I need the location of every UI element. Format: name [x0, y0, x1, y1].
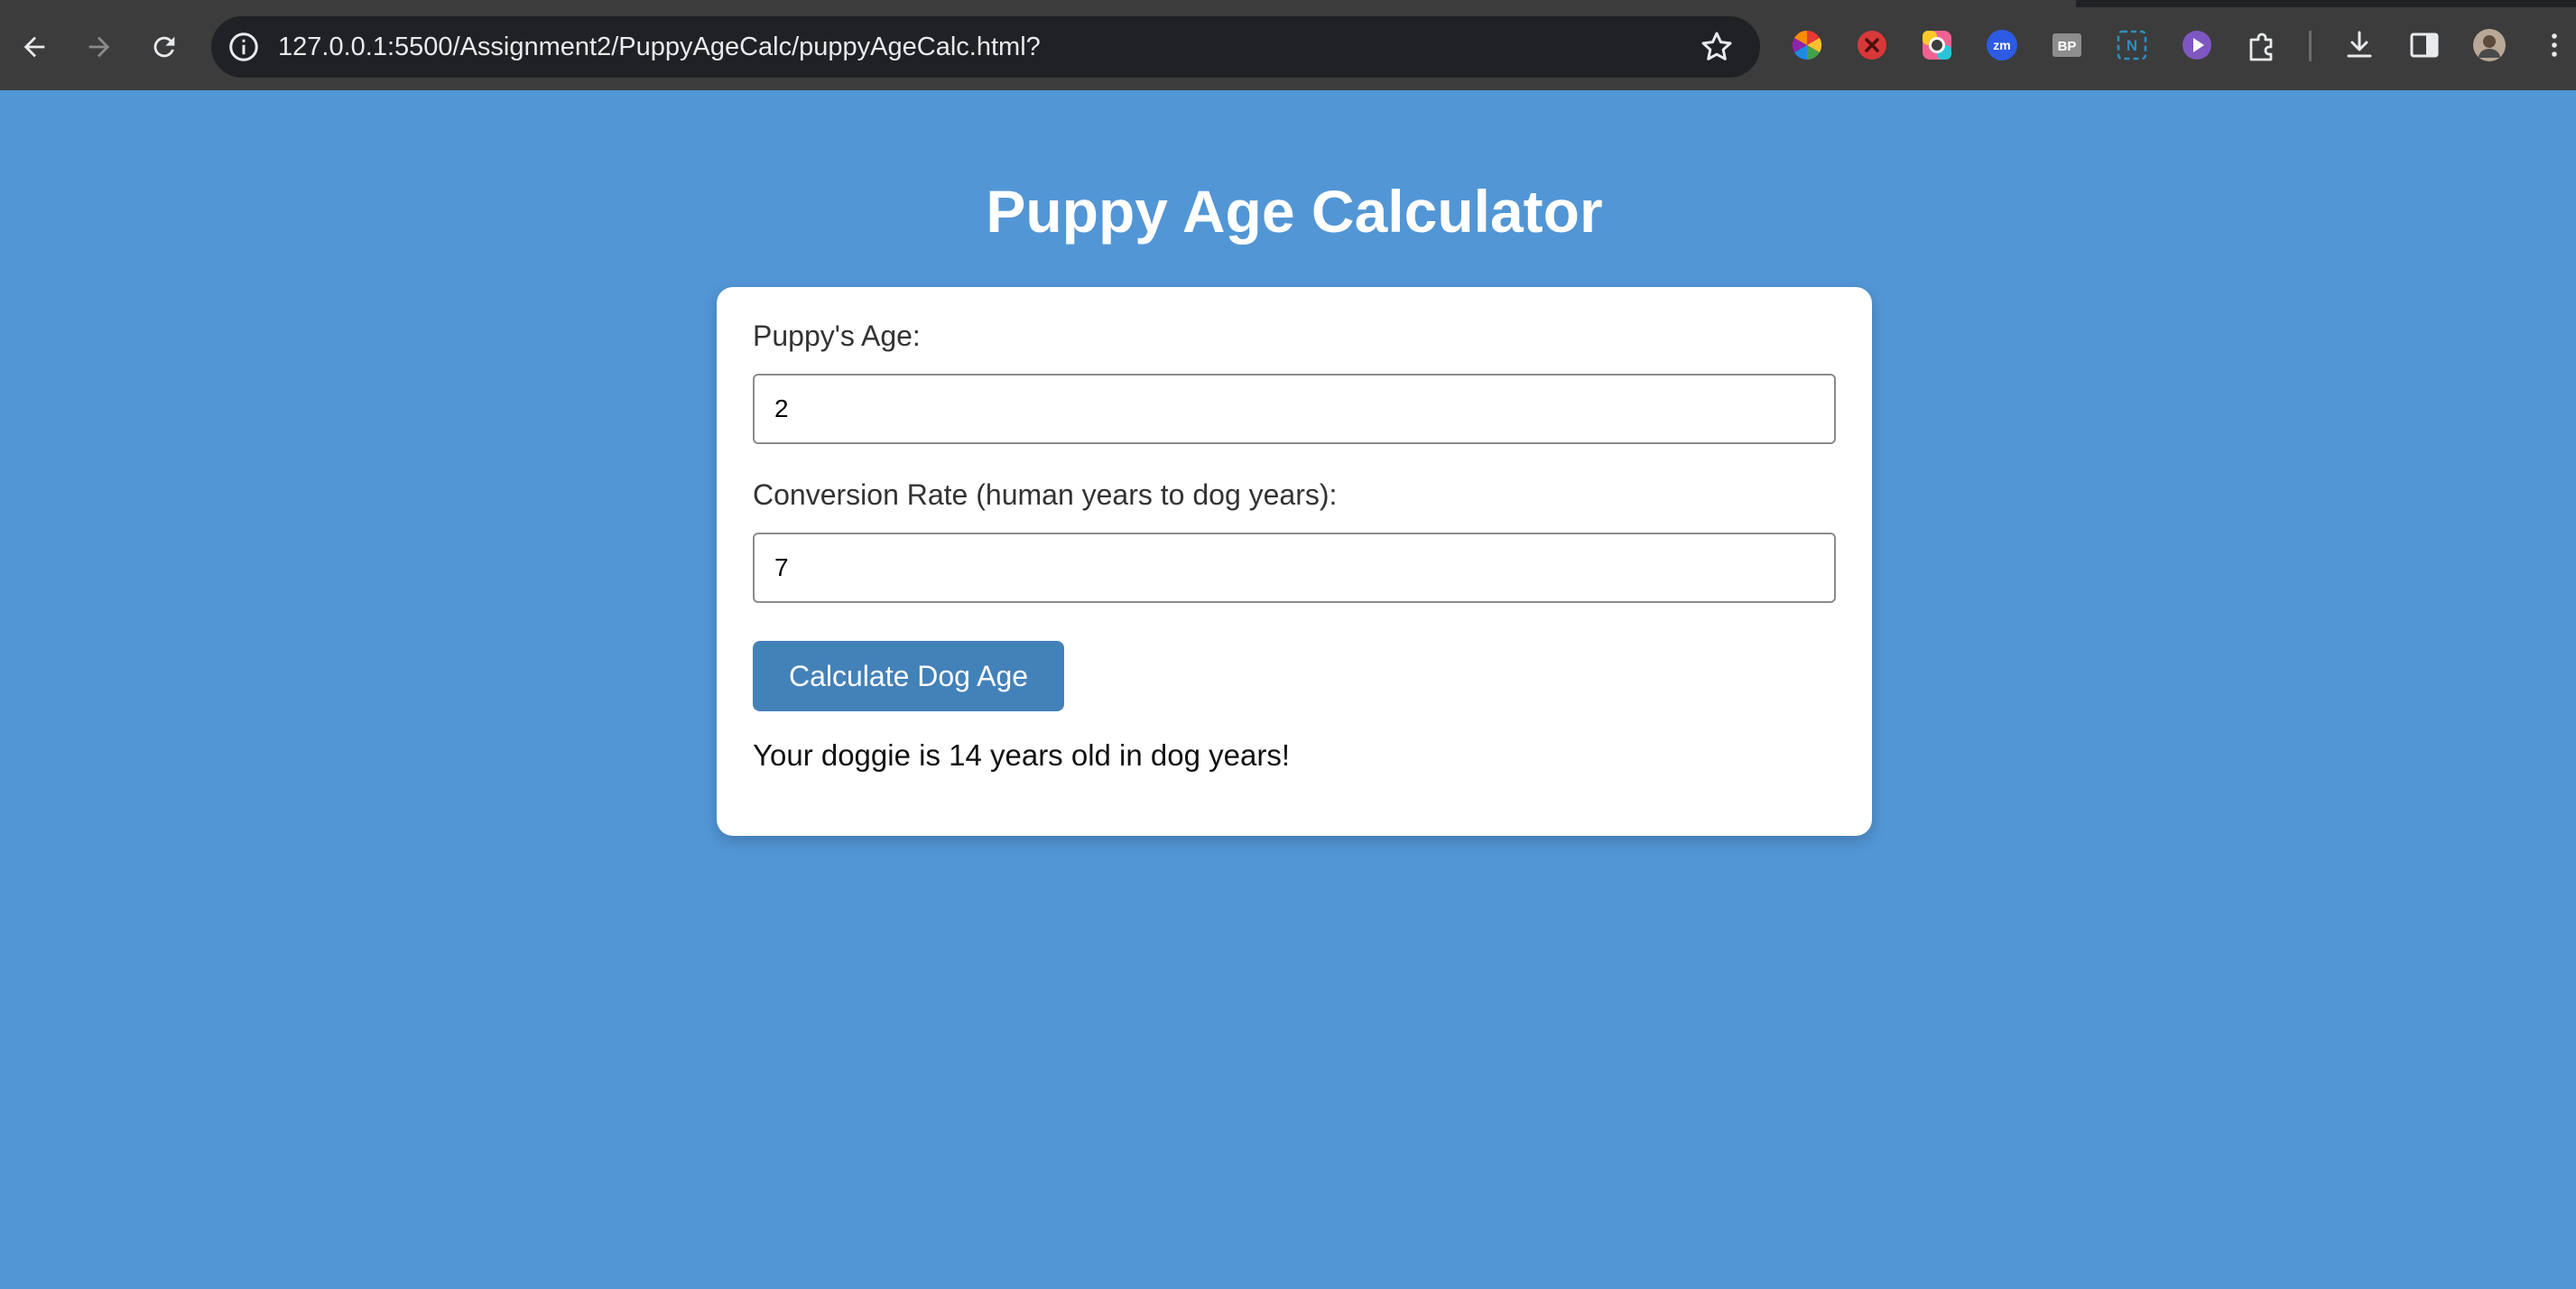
- zoom-extension-icon[interactable]: zm: [1984, 27, 2020, 63]
- svg-text:BP: BP: [2058, 39, 2077, 54]
- address-bar[interactable]: 127.0.0.1:5500/Assignment2/PuppyAgeCalc/…: [211, 16, 1760, 78]
- profile-avatar-icon[interactable]: [2471, 27, 2507, 63]
- conversion-rate-label: Conversion Rate (human years to dog year…: [753, 478, 1338, 511]
- active-tab-edge: [0, 0, 2076, 7]
- url-text[interactable]: 127.0.0.1:5500/Assignment2/PuppyAgeCalc/…: [278, 16, 1041, 78]
- reload-button[interactable]: [141, 23, 188, 70]
- red-x-extension-icon[interactable]: [1854, 27, 1890, 63]
- color-wheel-extension-icon[interactable]: [1789, 27, 1825, 63]
- puppy-age-label: Puppy's Age:: [753, 320, 921, 352]
- n-extension-icon[interactable]: N: [2114, 27, 2150, 63]
- reload-icon: [153, 36, 175, 58]
- puppy-age-input[interactable]: [753, 374, 1836, 444]
- puzzle-extensions-icon[interactable]: [2244, 27, 2280, 63]
- download-icon[interactable]: [2341, 27, 2377, 63]
- svg-text:zm: zm: [1993, 38, 2010, 52]
- back-icon: [23, 36, 45, 58]
- result-text: Your doggie is 14 years old in dog years…: [753, 738, 1290, 772]
- bp-extension-icon[interactable]: BP: [2049, 27, 2085, 63]
- site-info-icon[interactable]: [227, 31, 260, 63]
- calculator-card: Puppy's Age: Conversion Rate (human year…: [717, 287, 1872, 836]
- forward-button[interactable]: [76, 23, 123, 70]
- bookmark-star-icon[interactable]: [1699, 29, 1735, 65]
- rainbow-circle-extension-icon[interactable]: [1919, 27, 1955, 63]
- browser-toolbar: 127.0.0.1:5500/Assignment2/PuppyAgeCalc/…: [0, 0, 2576, 90]
- calculate-dog-age-button[interactable]: Calculate Dog Age: [753, 641, 1064, 711]
- toolbar-separator: [2309, 31, 2312, 61]
- conversion-rate-input[interactable]: [753, 533, 1836, 603]
- page-title: Puppy Age Calculator: [986, 178, 1603, 245]
- side-panel-icon[interactable]: [2406, 27, 2442, 63]
- forward-icon: [88, 36, 110, 58]
- svg-text:N: N: [2127, 37, 2137, 54]
- purple-play-extension-icon[interactable]: [2179, 27, 2215, 63]
- browser-menu-icon[interactable]: [2536, 27, 2572, 63]
- back-button[interactable]: [11, 23, 58, 70]
